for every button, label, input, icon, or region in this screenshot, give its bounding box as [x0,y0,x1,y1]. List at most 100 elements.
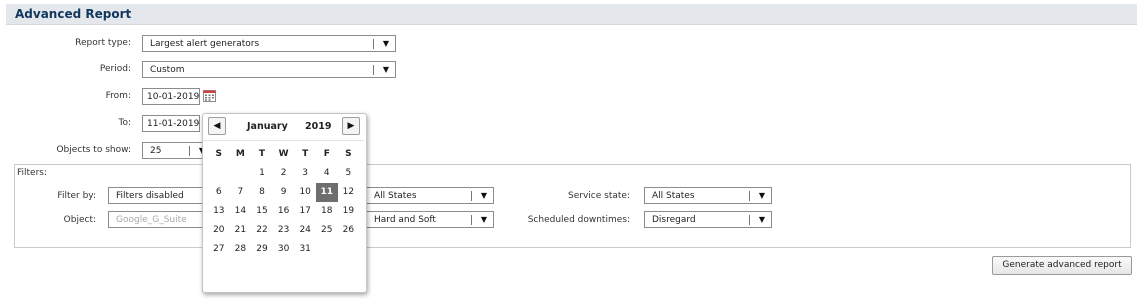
datepicker-divider [203,140,364,141]
to-date-input[interactable]: 11-01-2019 [142,115,200,132]
filter-by-label: Filter by: [57,191,96,201]
calendar-day[interactable]: 25 [316,221,338,240]
generate-report-button[interactable]: Generate advanced report [992,256,1132,275]
chevron-down-icon[interactable]: ▼ [383,39,389,48]
calendar-day[interactable]: 1 [251,164,273,183]
filter-by-value: Filters disabled [116,191,184,201]
next-month-button[interactable]: ▶ [342,117,360,135]
calendar-empty-cell [230,164,252,183]
calendar-day-selected[interactable]: 11 [315,183,338,202]
weekday-header-row: SMTWTFS [208,145,359,164]
calendar-day[interactable]: 5 [338,164,360,183]
filters-panel [14,164,1131,248]
to-label: To: [118,118,131,128]
report-type-select[interactable]: Largest alert generators ▼ [142,35,396,52]
weekday-label: S [215,149,223,159]
chevron-down-icon[interactable]: ▼ [481,191,487,200]
scheduled-downtimes-label: Scheduled downtimes: [527,215,630,225]
calendar-week-row: 13 14 15 16 17 18 19 [208,202,359,221]
weekday-label: M [235,149,245,159]
prev-month-button[interactable]: ◀ [208,117,226,135]
calendar-day[interactable]: 29 [251,240,273,259]
filters-title: Filters: [17,168,48,178]
scheduled-downtimes-select[interactable]: Disregard ▼ [644,211,772,228]
weekday-label: T [258,149,266,159]
select-divider [749,191,750,201]
calendar-day[interactable]: 3 [294,164,316,183]
calendar-week-row: 27 28 29 30 31 [208,240,359,259]
calendar-day[interactable]: 22 [251,221,273,240]
calendar-day[interactable]: 21 [230,221,252,240]
state-type-value: Hard and Soft [374,215,436,225]
from-date-input[interactable]: 10-01-2019 [142,88,200,105]
calendar-day[interactable]: 2 [273,164,295,183]
objects-label: Objects to show: [56,145,131,155]
datepicker-year: 2019 [305,121,332,132]
select-divider [471,191,472,201]
calendar-day[interactable]: 31 [294,240,316,259]
period-value: Custom [150,65,185,75]
calendar-day[interactable]: 23 [273,221,295,240]
calendar-day[interactable]: 12 [338,183,360,202]
calendar-day[interactable]: 20 [208,221,230,240]
page-title: Advanced Report [15,7,132,21]
select-divider [749,215,750,225]
select-divider [373,65,374,75]
calendar-day[interactable]: 24 [294,221,316,240]
from-label: From: [105,91,131,101]
weekday-label: T [302,149,309,159]
calendar-day[interactable]: 16 [273,202,295,221]
calendar-day[interactable]: 17 [294,202,316,221]
weekday-label: F [323,149,330,159]
service-state-value: All States [652,191,695,201]
host-state-value: All States [374,191,417,201]
page-header: Advanced Report [6,4,1137,25]
calendar-day[interactable]: 7 [230,183,252,202]
chevron-down-icon[interactable]: ▼ [759,191,765,200]
calendar-day[interactable]: 18 [316,202,338,221]
calendar-day[interactable]: 9 [273,183,295,202]
to-date-value: 11-01-2019 [147,119,200,129]
calendar-day[interactable]: 4 [316,164,338,183]
chevron-down-icon[interactable]: ▼ [481,215,487,224]
select-divider [189,146,190,156]
calendar-day[interactable]: 27 [208,240,230,259]
calendar-week-row: 20 21 22 23 24 25 26 [208,221,359,240]
datepicker-month: January [247,121,288,132]
calendar-empty-cell [316,240,338,259]
calendar-day[interactable]: 13 [208,202,230,221]
chevron-down-icon[interactable]: ▼ [383,65,389,74]
service-state-label: Service state: [568,191,630,201]
calendar-day[interactable]: 15 [251,202,273,221]
calendar-day[interactable]: 10 [294,183,316,202]
calendar-day[interactable]: 28 [230,240,252,259]
calendar-grid: S M T W T F S 1 2 3 4 5 6 7 8 9 10 11 12 13 14 15 16 17 18 19 20 21… [208,145,359,259]
period-label: Period: [99,64,131,74]
calendar-day[interactable]: 19 [338,202,360,221]
calendar-day[interactable]: 14 [230,202,252,221]
select-divider [471,215,472,225]
date-picker-popup: ◀ January 2019 ▶ S M T W T F S 1 2 3 4 5 6 7 8 9 10 11 12 1… [202,113,367,293]
arrow-right-icon: ▶ [347,121,355,131]
report-type-value: Largest alert generators [150,39,260,49]
weekday-label: S [345,149,352,159]
state-type-select[interactable]: Hard and Soft ▼ [366,211,494,228]
chevron-down-icon[interactable]: ▼ [759,215,765,224]
calendar-empty-cell [338,240,360,259]
select-divider [373,39,374,49]
calendar-day[interactable]: 30 [273,240,295,259]
calendar-day[interactable]: 26 [338,221,360,240]
object-label: Object: [63,215,96,225]
calendar-week-row: 6 7 8 9 10 11 12 [208,183,359,202]
scheduled-downtimes-value: Disregard [652,215,696,225]
calendar-day[interactable]: 8 [251,183,273,202]
calendar-empty-cell [208,164,230,183]
service-state-select[interactable]: All States ▼ [644,187,772,204]
calendar-icon[interactable] [203,90,216,102]
weekday-label: W [278,149,289,159]
period-select[interactable]: Custom ▼ [142,61,396,78]
from-date-value: 10-01-2019 [147,92,200,102]
host-state-select[interactable]: All States ▼ [366,187,494,204]
calendar-day[interactable]: 6 [208,183,230,202]
report-type-label: Report type: [75,38,131,48]
